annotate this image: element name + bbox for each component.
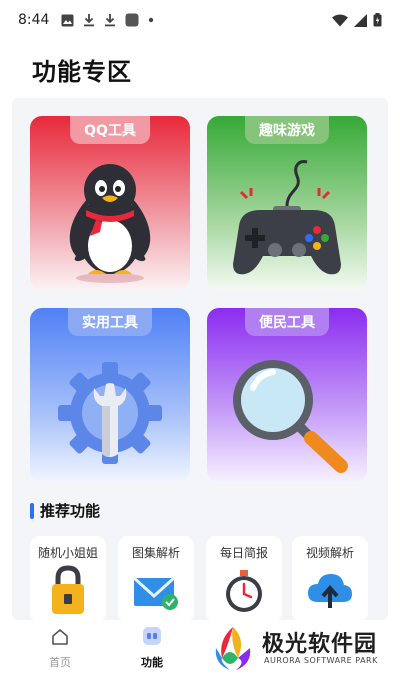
watermark-subtext: AURORA SOFTWARE PARK (264, 656, 378, 665)
lock-icon (52, 565, 84, 614)
watermark-logo: 极光软件园 AURORA SOFTWARE PARK (206, 624, 396, 674)
watermark-text: 极光软件园 (262, 632, 378, 657)
cloud-upload-icon (308, 574, 352, 608)
section-accent-bar (30, 502, 34, 519)
home-icon (52, 629, 68, 645)
more-notifications-dot-icon (149, 17, 154, 23)
section-title-recommend: 推荐功能 (30, 500, 100, 521)
nav-home[interactable]: 首页 (42, 628, 78, 670)
section-title-text: 推荐功能 (40, 502, 101, 520)
aurora-logo-icon (215, 627, 251, 670)
stopwatch-icon (226, 570, 262, 612)
signal-icon (354, 13, 367, 27)
card-fun-games-label: 趣味游戏 (245, 116, 329, 144)
wrench-gear-icon (58, 362, 162, 464)
card-qq-tools-label: QQ工具 (70, 116, 150, 144)
download-notification-icon-2 (105, 14, 116, 27)
magnifier-icon (233, 360, 348, 473)
status-bar: 8:44 (0, 0, 400, 40)
nav-home-label: 首页 (49, 656, 71, 669)
mail-check-icon (132, 576, 178, 610)
battery-icon (373, 13, 382, 27)
penguin-icon (69, 164, 151, 283)
gamepad-icon (233, 160, 341, 275)
recommend-item-label: 每日简报 (219, 546, 268, 560)
recommend-item-random[interactable]: 随机小姐姐 (30, 536, 106, 622)
download-notification-icon (84, 14, 95, 27)
status-time: 8:44 (18, 12, 50, 28)
app-notification-icon (125, 13, 139, 27)
recommend-item-gallery[interactable]: 图集解析 (118, 536, 194, 622)
card-utility-tools[interactable]: 实用工具 (30, 308, 190, 482)
nav-function[interactable]: 功能 (132, 626, 172, 670)
card-convenience-tools[interactable]: 便民工具 (207, 308, 367, 482)
recommend-item-label: 视频解析 (305, 546, 354, 560)
recommend-item-video-parse[interactable]: 视频解析 (292, 536, 368, 622)
recommend-item-label: 图集解析 (131, 546, 180, 560)
status-system-icons (332, 13, 382, 27)
card-qq-tools[interactable]: QQ工具 (30, 116, 190, 290)
status-notification-icons (61, 13, 154, 27)
nav-function-label: 功能 (141, 656, 163, 669)
card-utility-tools-label: 实用工具 (68, 308, 152, 336)
recommend-item-daily-brief[interactable]: 每日简报 (206, 536, 282, 622)
image-notification-icon (61, 14, 74, 26)
wifi-icon (332, 14, 348, 26)
card-convenience-tools-label: 便民工具 (245, 308, 329, 336)
recommend-item-label: 随机小姐姐 (37, 546, 98, 560)
page-title: 功能专区 (32, 58, 132, 86)
card-fun-games[interactable]: 趣味游戏 (207, 116, 367, 290)
grid-icon (143, 627, 161, 645)
